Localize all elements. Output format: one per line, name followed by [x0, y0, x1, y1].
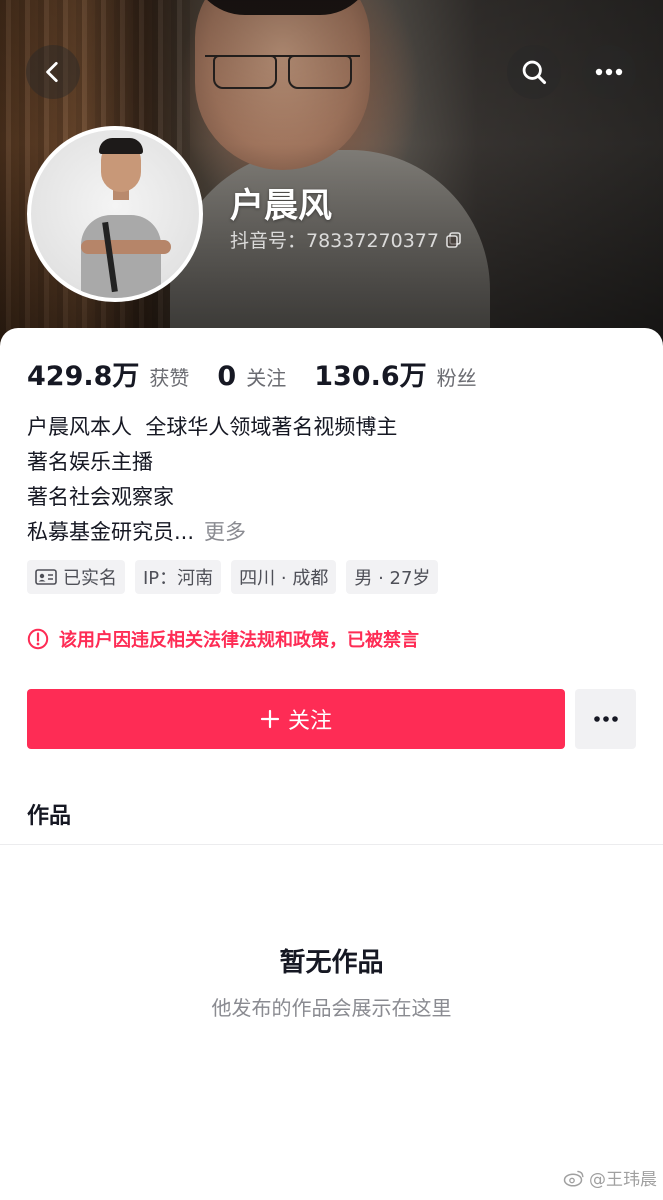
tag-label: IP：河南: [143, 568, 214, 589]
douyin-id-row[interactable]: 抖音号：78337270377: [230, 226, 463, 253]
more-options-button[interactable]: [582, 45, 636, 99]
search-button[interactable]: [507, 45, 561, 99]
watermark: @王玮晨: [563, 1165, 657, 1190]
stat-followers[interactable]: 130.6万 粉丝: [314, 354, 476, 393]
bio-more-link[interactable]: 更多: [204, 520, 246, 544]
watermark-text: @王玮晨: [589, 1170, 657, 1190]
avatar-photo-arm: [81, 240, 171, 254]
bio-last-line: 私募基金研究员... 更多: [27, 515, 397, 550]
tag-location: 四川 · 成都: [231, 560, 337, 594]
more-horizontal-icon: [595, 68, 623, 76]
divider: [0, 844, 663, 845]
tag-label: 四川 · 成都: [239, 568, 329, 589]
tag-row: 已实名 IP：河南 四川 · 成都 男 · 27岁: [27, 560, 439, 594]
tag-label: 已实名: [63, 568, 117, 589]
more-horizontal-icon: [593, 716, 618, 722]
tag-label: 男 · 27岁: [354, 568, 431, 589]
tab-works[interactable]: 作品: [27, 798, 71, 830]
id-card-icon: [35, 569, 57, 585]
profile-card: 429.8万 获赞 0 关注 130.6万 粉丝 户晨风本人 全球华人领域著名视…: [0, 328, 663, 1200]
stat-value: 0: [217, 361, 237, 392]
empty-state-subtitle: 他发布的作品会展示在这里: [211, 996, 452, 1020]
stat-label: 获赞: [149, 366, 190, 390]
tag-ip: IP：河南: [135, 560, 222, 594]
ban-notice-text: 该用户因违反相关法律法规和政策，已被禁言: [59, 630, 419, 651]
empty-state-title: 暂无作品: [279, 948, 384, 978]
tag-verified: 已实名: [27, 560, 125, 594]
copy-icon[interactable]: [445, 231, 463, 249]
avatar-photo-body: [81, 215, 161, 298]
back-button[interactable]: [26, 45, 80, 99]
follow-more-button[interactable]: [575, 689, 636, 749]
stat-likes[interactable]: 429.8万 获赞: [27, 354, 189, 393]
stat-value: 429.8万: [27, 361, 140, 392]
search-icon: [522, 60, 547, 85]
stats-row: 429.8万 获赞 0 关注 130.6万 粉丝: [27, 354, 505, 393]
stat-value: 130.6万: [314, 361, 427, 392]
weibo-icon: [563, 1170, 584, 1187]
bio-line: 户晨风本人 全球华人领域著名视频博主: [27, 415, 398, 439]
bio-line: 著名娱乐主播: [27, 450, 153, 474]
stat-label: 粉丝: [436, 366, 477, 390]
douyin-id: 抖音号：78337270377: [230, 230, 439, 252]
plus-icon: [260, 709, 280, 729]
bio-line: 私募基金研究员...: [27, 520, 195, 544]
stat-following[interactable]: 0 关注: [217, 361, 286, 392]
follow-button-label: 关注: [287, 709, 332, 734]
avatar-photo-hair: [99, 138, 143, 154]
bio-line: 著名社会观察家: [27, 485, 174, 509]
stat-label: 关注: [246, 366, 287, 390]
tag-gender-age: 男 · 27岁: [346, 560, 439, 594]
alert-circle-icon: [27, 628, 49, 650]
bio: 户晨风本人 全球华人领域著名视频博主 著名娱乐主播 著名社会观察家 私募基金研究…: [27, 410, 397, 550]
avatar[interactable]: [27, 126, 203, 302]
ban-notice: 该用户因违反相关法律法规和政策，已被禁言: [27, 626, 419, 652]
chevron-left-icon: [46, 61, 58, 83]
follow-button[interactable]: 关注: [27, 689, 565, 749]
nickname: 户晨风: [230, 186, 332, 226]
